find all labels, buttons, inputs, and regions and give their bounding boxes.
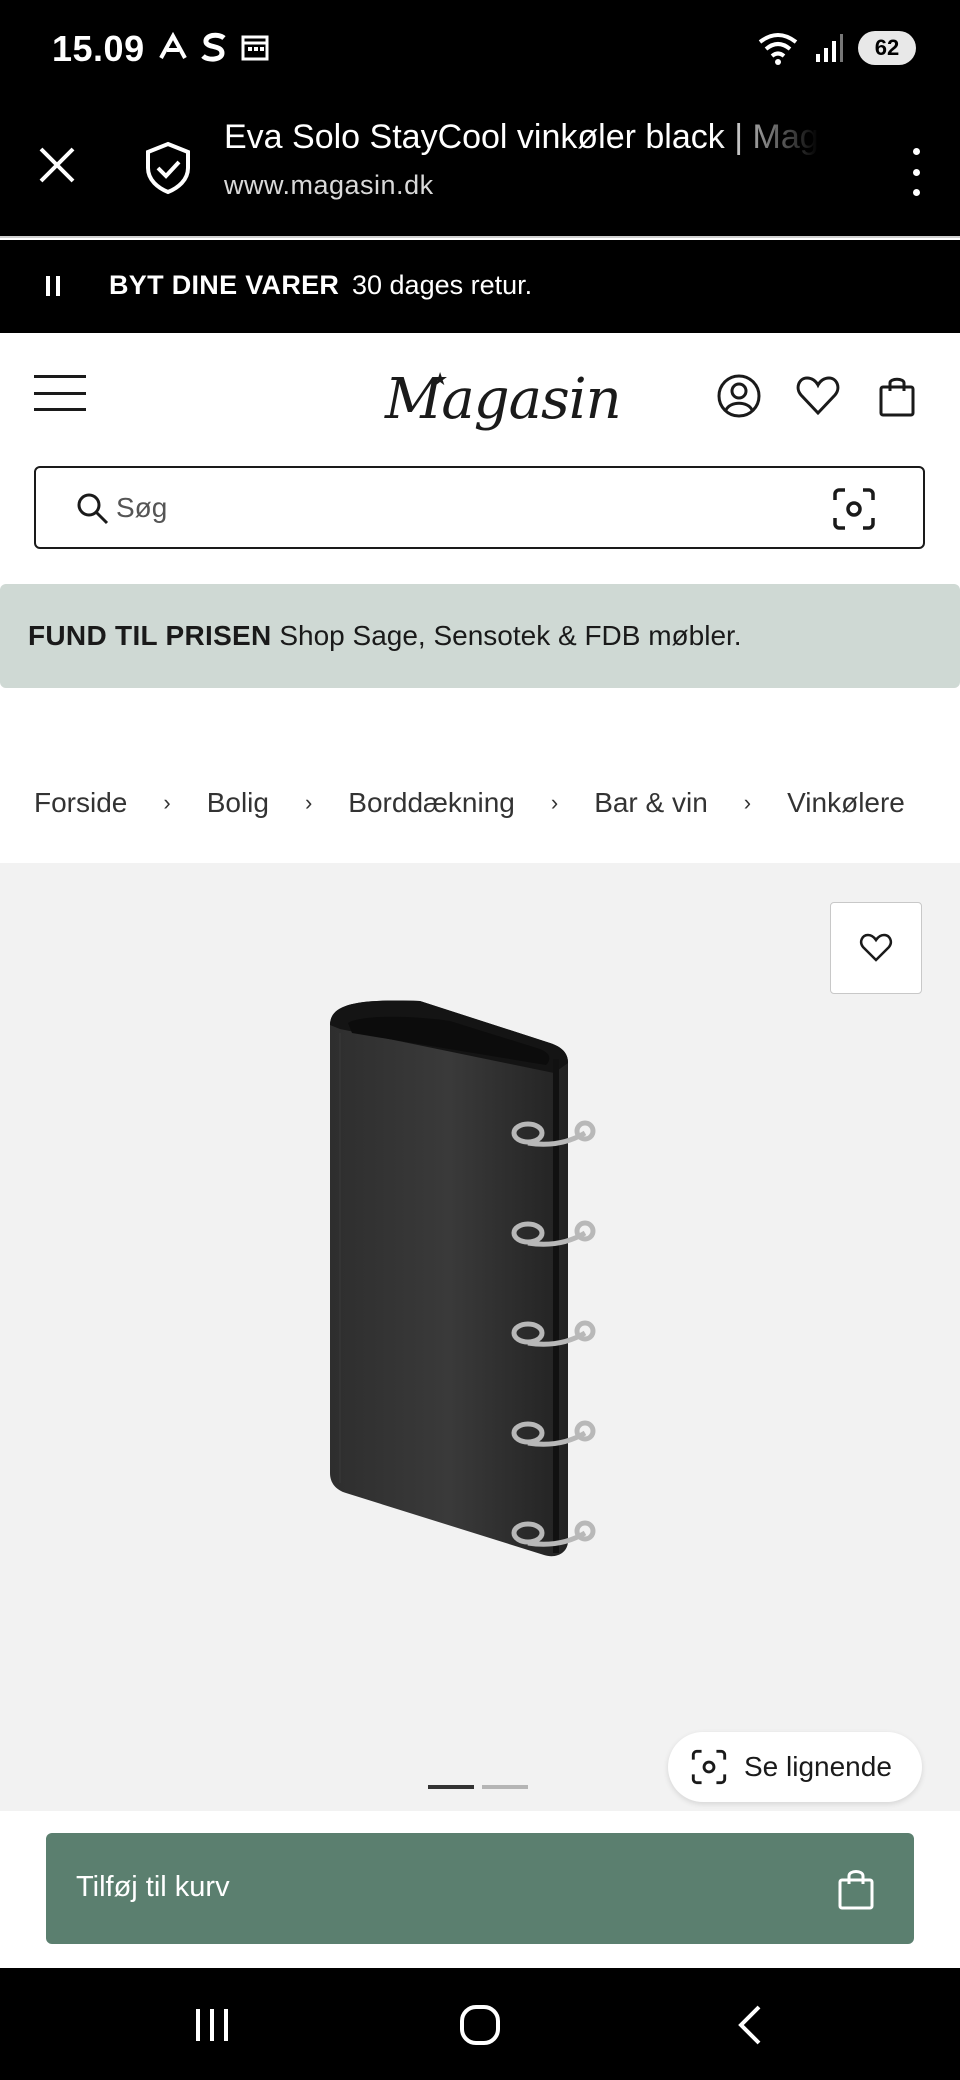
campaign-description: Shop Sage, Sensotek & FDB møbler.: [271, 620, 742, 651]
home-button[interactable]: [450, 2000, 510, 2050]
site-header: Magasin ★: [0, 333, 960, 453]
status-bar: 15.09 62: [0, 0, 960, 100]
breadcrumb: Forside › Bolig › Borddækning › Bar & vi…: [34, 787, 905, 819]
logo[interactable]: Magasin: [385, 367, 622, 432]
wifi-icon: [758, 33, 798, 65]
page-title[interactable]: Eva Solo StayCool vinkøler black | Magas…: [224, 118, 824, 157]
promo-text: 30 dages retur.: [352, 270, 533, 300]
battery-indicator: 62: [858, 31, 916, 65]
see-similar-button[interactable]: Se lignende: [668, 1732, 922, 1802]
close-tab-button[interactable]: [32, 140, 82, 190]
add-to-cart-bar: Tilføj til kurv: [0, 1811, 960, 1968]
campaign-text: FUND TIL PRISEN Shop Sage, Sensotek & FD…: [28, 620, 742, 652]
promo-title: BYT DINE VARER: [109, 270, 340, 300]
heart-icon: [859, 933, 893, 962]
account-icon[interactable]: [716, 373, 762, 419]
status-notification-icons: [158, 32, 270, 62]
breadcrumb-item[interactable]: Forside: [34, 787, 127, 819]
pagination-dot-active[interactable]: [428, 1785, 474, 1789]
title-fade: [714, 118, 824, 157]
recent-apps-icon: [196, 2009, 228, 2041]
breadcrumb-chevron-icon: ›: [163, 790, 171, 815]
recent-apps-button[interactable]: [182, 2000, 242, 2050]
logo-star-icon: ★: [432, 369, 449, 389]
product-image[interactable]: [300, 993, 660, 1573]
breadcrumb-item[interactable]: Vinkølere: [787, 787, 905, 819]
browser-toolbar: Eva Solo StayCool vinkøler black | Magas…: [0, 100, 960, 238]
calendar-icon: [241, 35, 269, 61]
arrow-app-icon: [159, 32, 187, 59]
system-navigation-bar: [0, 1968, 960, 2080]
shield-check-icon[interactable]: [142, 140, 194, 196]
search-input[interactable]: [116, 486, 816, 530]
visual-search-icon: [691, 1749, 727, 1785]
breadcrumb-item[interactable]: Borddækning: [348, 787, 515, 819]
add-to-wishlist-button[interactable]: [830, 902, 922, 994]
search-bar[interactable]: [34, 466, 925, 549]
pagination-dot[interactable]: [482, 1785, 528, 1789]
product-gallery[interactable]: Se lignende: [0, 863, 960, 1811]
wishlist-heart-icon[interactable]: [795, 373, 841, 419]
breadcrumb-item[interactable]: Bolig: [207, 787, 269, 819]
page-url[interactable]: www.magasin.dk: [224, 170, 434, 201]
shopping-bag-icon: [838, 1870, 874, 1910]
menu-button[interactable]: [34, 375, 86, 411]
add-to-cart-button[interactable]: Tilføj til kurv: [46, 1833, 914, 1944]
home-icon: [460, 2005, 500, 2045]
status-time: 15.09: [52, 28, 145, 69]
breadcrumb-chevron-icon: ›: [550, 790, 559, 815]
search-icon: [77, 493, 109, 525]
gallery-pagination: [428, 1785, 528, 1789]
promo-banner: BYT DINE VARER 30 dages retur.: [0, 240, 960, 333]
breadcrumb-item[interactable]: Bar & vin: [594, 787, 708, 819]
s-app-icon: [201, 32, 226, 62]
add-to-cart-label: Tilføj til kurv: [76, 1871, 230, 1903]
campaign-banner[interactable]: FUND TIL PRISEN Shop Sage, Sensotek & FD…: [0, 584, 960, 688]
signal-icon: [816, 34, 843, 62]
visual-search-icon[interactable]: [831, 486, 877, 532]
back-button[interactable]: [720, 2000, 780, 2050]
breadcrumb-chevron-icon: ›: [743, 790, 752, 815]
pause-icon[interactable]: [46, 276, 60, 296]
status-system-icons: 62: [756, 30, 916, 66]
more-options-button[interactable]: [904, 142, 928, 202]
see-similar-label: Se lignende: [744, 1751, 892, 1782]
back-icon: [738, 2005, 761, 2045]
close-icon: [39, 147, 75, 183]
shopping-bag-icon[interactable]: [874, 373, 920, 419]
breadcrumb-chevron-icon: ›: [304, 790, 313, 815]
campaign-title: FUND TIL PRISEN: [28, 620, 272, 651]
